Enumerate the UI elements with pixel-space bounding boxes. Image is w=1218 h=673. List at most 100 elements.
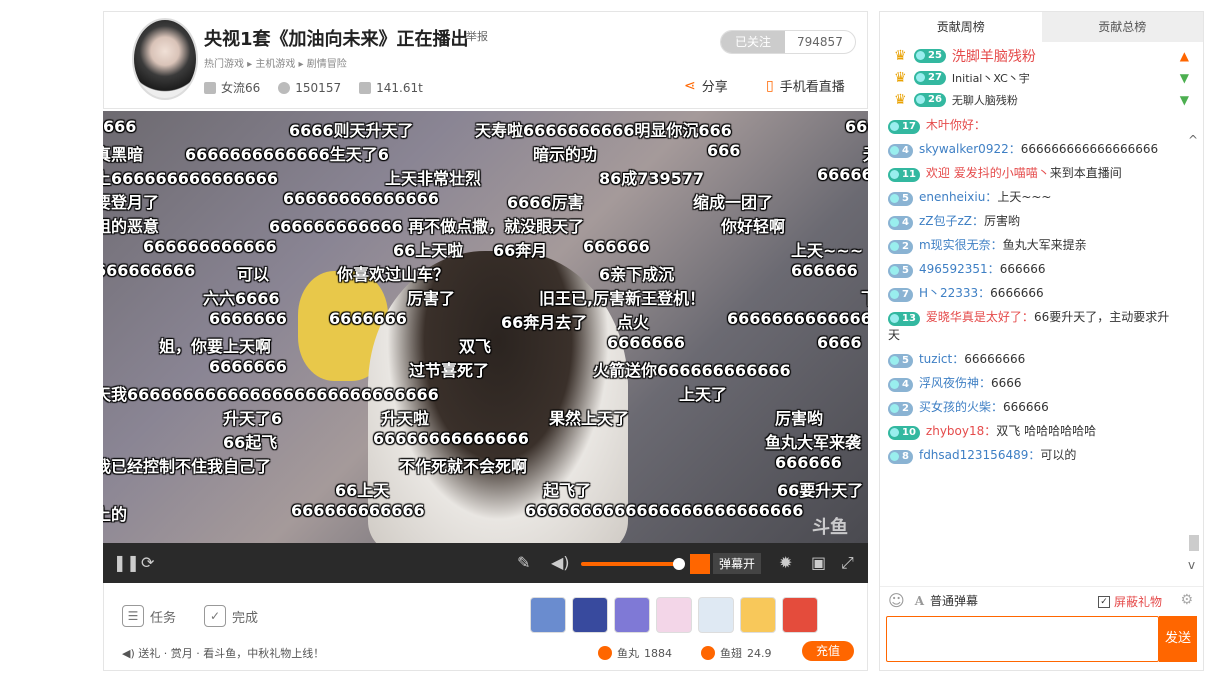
tab-total-rank[interactable]: 贡献总榜: [1042, 12, 1204, 42]
chat-user[interactable]: 木叶你好：: [926, 118, 986, 132]
player-controls: ❚❚ ⟳ ✎ ◀) 弹幕开 ✹ ▣ ⤢: [103, 543, 868, 583]
checkbox-checked-icon[interactable]: ✓: [1098, 595, 1110, 608]
chat-user[interactable]: skywalker0922：: [919, 142, 1021, 156]
breadcrumb[interactable]: 热门游戏 ▸ 主机游戏 ▸ 剧情冒险: [204, 55, 347, 70]
level-badge: 26: [914, 93, 946, 107]
danmu-switch-icon[interactable]: [690, 553, 710, 574]
danmaku-comment: 姐，你要上天啊: [159, 337, 272, 356]
danmaku-comment: 不作死就不会死啊: [399, 457, 528, 476]
chevron-down-icon[interactable]: v: [1188, 558, 1195, 572]
rank-row[interactable]: ♛ 26 无聊人脑残粉 ▼: [880, 89, 1203, 111]
rank-row[interactable]: ♛ 25 洗脚羊脑残粉 ▲: [880, 45, 1203, 67]
danmaku-comment: 66要升天了: [777, 481, 864, 500]
level-badge: 2: [888, 402, 913, 416]
danmaku-comment: 66666666666666: [727, 309, 868, 328]
chat-toolbar: ☺ A 普通弹幕 ✓ 屏蔽礼物 ⚙: [880, 586, 1203, 614]
avatar[interactable]: [132, 18, 198, 100]
block-gift-toggle[interactable]: ✓ 屏蔽礼物: [1098, 593, 1162, 610]
follow-label[interactable]: 已关注: [721, 31, 786, 53]
video-player[interactable]: 斗鱼 6666666则天升天了天寿啦6666666666明显你沉666666真黑…: [103, 111, 868, 543]
danmaku-comment: 66起飞: [223, 433, 278, 452]
phone-icon: ▯: [766, 77, 774, 94]
rank-tabs: 贡献周榜 贡献总榜: [880, 12, 1203, 42]
chat-scrollbar[interactable]: ^ v: [1187, 113, 1201, 586]
send-button[interactable]: 发送: [1159, 616, 1197, 662]
follow-button[interactable]: 已关注 794857: [720, 30, 856, 54]
crown-icon: ♛: [894, 70, 907, 86]
mobile-watch-button[interactable]: ▯ 手机看直播: [766, 76, 845, 96]
rank-row[interactable]: ♛ 27 Initial丶XC丶宇 ▼: [880, 67, 1203, 89]
volume-icon[interactable]: ◀): [551, 553, 570, 572]
pause-icon[interactable]: ❚❚: [113, 553, 140, 572]
volume-slider[interactable]: [581, 558, 685, 570]
chat-user[interactable]: 496592351：: [919, 262, 1000, 276]
volume-knob[interactable]: [673, 558, 685, 570]
chat-message: 5 enenheixiu：上天~~~: [888, 185, 1178, 209]
chat-user[interactable]: zZ包子zZ：: [919, 214, 984, 228]
chat-text: 鱼丸大军来提亲: [1002, 238, 1087, 252]
done-button[interactable]: ✓ 完成: [204, 605, 258, 627]
streamer-stat: 女流66: [204, 79, 260, 96]
gift-item[interactable]: [572, 597, 608, 633]
follower-count: 794857: [797, 35, 843, 49]
emoji-icon[interactable]: ☺: [888, 591, 905, 610]
chat-input[interactable]: [886, 616, 1159, 662]
watermark: 斗鱼: [812, 517, 848, 538]
danmaku-comment: 86成739577: [599, 169, 705, 188]
chat-panel: 贡献周榜 贡献总榜 ♛ 25 洗脚羊脑残粉 ▲ ♛ 27 Initial丶XC丶宇 ▼ ♛ 26 无…: [879, 11, 1204, 671]
rank-user[interactable]: 洗脚羊脑残粉: [952, 46, 1036, 66]
chat-user[interactable]: 欢迎 爱发抖的小喵喵丶: [926, 166, 1050, 180]
danmaku-comment: 666666: [583, 237, 650, 256]
chat-user[interactable]: 浮风夜伤神：: [919, 376, 991, 390]
danmaku-comment: 666666666666: [143, 237, 277, 256]
gear-icon[interactable]: ⚙: [1180, 592, 1193, 608]
gift-item[interactable]: [698, 597, 734, 633]
refresh-icon[interactable]: ⟳: [141, 553, 154, 572]
weight-stat: 141.61t: [359, 79, 423, 96]
chevron-up-icon[interactable]: ^: [1188, 133, 1198, 147]
rank-user[interactable]: 无聊人脑残粉: [952, 92, 1018, 108]
danmu-mode[interactable]: A 普通弹幕: [915, 592, 978, 609]
chat-message: 5 tuzict：66666666: [888, 347, 1178, 371]
level-badge: 2: [888, 240, 913, 254]
share-button[interactable]: ⋖ 分享: [684, 76, 728, 96]
chat-user[interactable]: zhyboy18：: [926, 424, 996, 438]
arrow-down-icon: ▼: [1179, 93, 1189, 107]
report-link[interactable]: 举报: [466, 28, 488, 44]
level-badge: 4: [888, 378, 913, 392]
chat-user[interactable]: tuzict：: [919, 352, 964, 366]
level-badge: 27: [914, 71, 946, 85]
gift-item[interactable]: [782, 597, 818, 633]
tab-weekly-rank[interactable]: 贡献周榜: [880, 12, 1042, 42]
user-icon: [204, 81, 216, 94]
level-badge: 4: [888, 216, 913, 230]
room-header: 央视1套《加油向未来》正在播出 举报 热门游戏 ▸ 主机游戏 ▸ 剧情冒险 女流…: [103, 11, 868, 109]
chat-user[interactable]: H丶22333：: [919, 286, 990, 300]
font-icon: A: [914, 593, 924, 608]
chat-user[interactable]: 买女孩的火柴：: [919, 400, 1003, 414]
danmaku-comment: 过节喜死了: [409, 361, 490, 380]
chat-user[interactable]: m现实很无奈：: [919, 238, 1003, 252]
task-button[interactable]: ☰ 任务: [122, 605, 176, 627]
gift-item[interactable]: [656, 597, 692, 633]
chat-user[interactable]: fdhsad123156489：: [919, 448, 1040, 462]
charge-button[interactable]: 充值: [802, 641, 854, 661]
yuwan-balance: 鱼丸 1884: [598, 645, 672, 661]
settings-icon[interactable]: ✹: [779, 553, 792, 572]
fullscreen-icon[interactable]: ⤢: [841, 553, 854, 573]
edit-icon[interactable]: ✎: [517, 553, 530, 572]
rank-user[interactable]: Initial丶XC丶宇: [952, 70, 1030, 86]
gift-item[interactable]: [740, 597, 776, 633]
scroll-thumb[interactable]: [1189, 535, 1199, 551]
chat-user[interactable]: enenheixiu：: [919, 190, 997, 204]
widescreen-icon[interactable]: ▣: [811, 553, 826, 572]
danmu-toggle[interactable]: 弹幕开: [690, 553, 762, 574]
gift-item[interactable]: [614, 597, 650, 633]
gift-item[interactable]: [530, 597, 566, 633]
danmaku-comment: 6666666666666生天了6: [185, 145, 389, 164]
danmaku-comment: 66666666666666: [373, 429, 529, 448]
danmaku-comment: 祖的恶意: [103, 217, 160, 236]
danmaku-comment: 66上天: [335, 481, 390, 500]
chat-message: 8 fdhsad123156489：可以的: [888, 443, 1178, 467]
chat-user[interactable]: 爱晓华真是太好了：: [926, 310, 1034, 324]
